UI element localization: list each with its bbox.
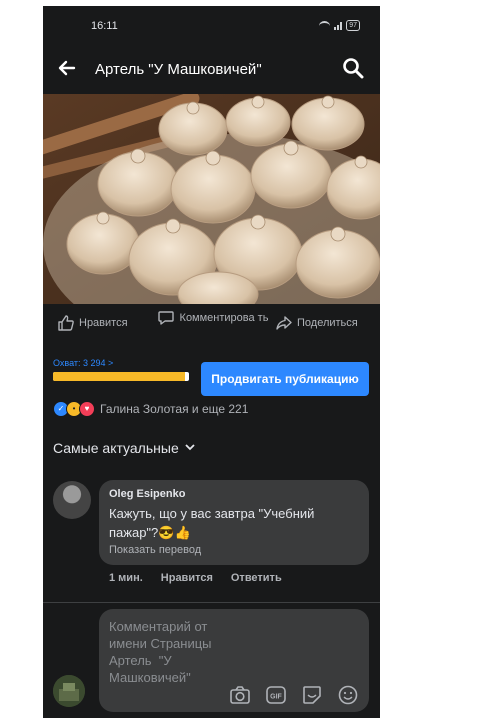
- share-icon: [276, 316, 292, 330]
- reach-label[interactable]: Охват: 3 294 >: [53, 358, 193, 368]
- comment-emoji: 😎👍: [158, 525, 191, 540]
- promote-button[interactable]: Продвигать публикацию: [201, 362, 369, 396]
- translate-link[interactable]: Показать перевод: [109, 544, 201, 556]
- comment-icon: [158, 311, 174, 325]
- reactions-text: Галина Золотая и еще 221: [100, 402, 249, 416]
- comment-time: 1 мин.: [109, 572, 143, 584]
- reactions-summary[interactable]: ✓ • ♥ Галина Золотая и еще 221: [53, 401, 248, 417]
- comment-input[interactable]: [109, 618, 229, 708]
- reach-section[interactable]: Охват: 3 294 >: [53, 358, 193, 381]
- composer-tools: GIF: [229, 684, 359, 706]
- sticker-icon[interactable]: [301, 684, 323, 706]
- status-bar: 16:11 97: [43, 6, 380, 48]
- emoji-icon[interactable]: [337, 684, 359, 706]
- status-icons: 97: [319, 20, 360, 31]
- share-label: Поделиться: [297, 317, 358, 329]
- comment-text: Кажуть, що у вас завтра "Учебний пажар"?…: [109, 504, 359, 542]
- top-bar: Артель "У Машковичей": [43, 48, 380, 94]
- comment-button[interactable]: Комментирова ть: [157, 309, 269, 327]
- camera-icon[interactable]: [229, 684, 251, 706]
- page-avatar: [53, 675, 85, 707]
- comment-author-avatar[interactable]: [53, 481, 91, 519]
- post-photo[interactable]: [43, 94, 380, 304]
- battery-icon: 97: [346, 20, 360, 31]
- comment-text-body: Кажуть, що у вас завтра "Учебний пажар"?: [109, 506, 315, 540]
- like-icon: [58, 315, 74, 331]
- comment-label: Комментирова ть: [179, 311, 269, 324]
- comment-meta: 1 мин. Нравится Ответить: [109, 572, 282, 584]
- comment-author[interactable]: Oleg Esipenko: [109, 488, 185, 500]
- svg-text:GIF: GIF: [270, 694, 282, 701]
- gif-icon[interactable]: GIF: [265, 684, 287, 706]
- post-actions: Нравится Комментирова ть Поделиться: [43, 304, 380, 346]
- reach-progress-bar: [53, 372, 189, 381]
- back-arrow-icon[interactable]: [57, 58, 81, 82]
- phone-screen: 16:11 97 Артель "У Машковичей" Нравится …: [43, 6, 380, 718]
- reach-progress-fill: [53, 372, 185, 381]
- chevron-down-icon: [185, 443, 195, 454]
- page-title: Артель "У Машковичей": [95, 61, 262, 78]
- comment-bubble[interactable]: Oleg Esipenko Кажуть, що у вас завтра "У…: [99, 480, 369, 565]
- comments-sort-selector[interactable]: Самые актуальные: [53, 440, 195, 456]
- like-button[interactable]: Нравится: [57, 314, 128, 332]
- sort-label: Самые актуальные: [53, 440, 179, 456]
- divider: [43, 602, 380, 603]
- signal-icon: [334, 21, 343, 30]
- status-time: 16:11: [91, 20, 118, 32]
- comment-composer: GIF: [99, 609, 369, 712]
- wifi-icon: [319, 20, 331, 31]
- share-button[interactable]: Поделиться: [275, 314, 358, 332]
- search-icon[interactable]: [342, 57, 366, 81]
- comment-reply-link[interactable]: Ответить: [231, 572, 282, 584]
- comment-like-link[interactable]: Нравится: [161, 572, 213, 584]
- love-reaction-icon: ♥: [79, 401, 95, 417]
- like-label: Нравится: [79, 317, 128, 329]
- reaction-icons: ✓ • ♥: [53, 401, 95, 417]
